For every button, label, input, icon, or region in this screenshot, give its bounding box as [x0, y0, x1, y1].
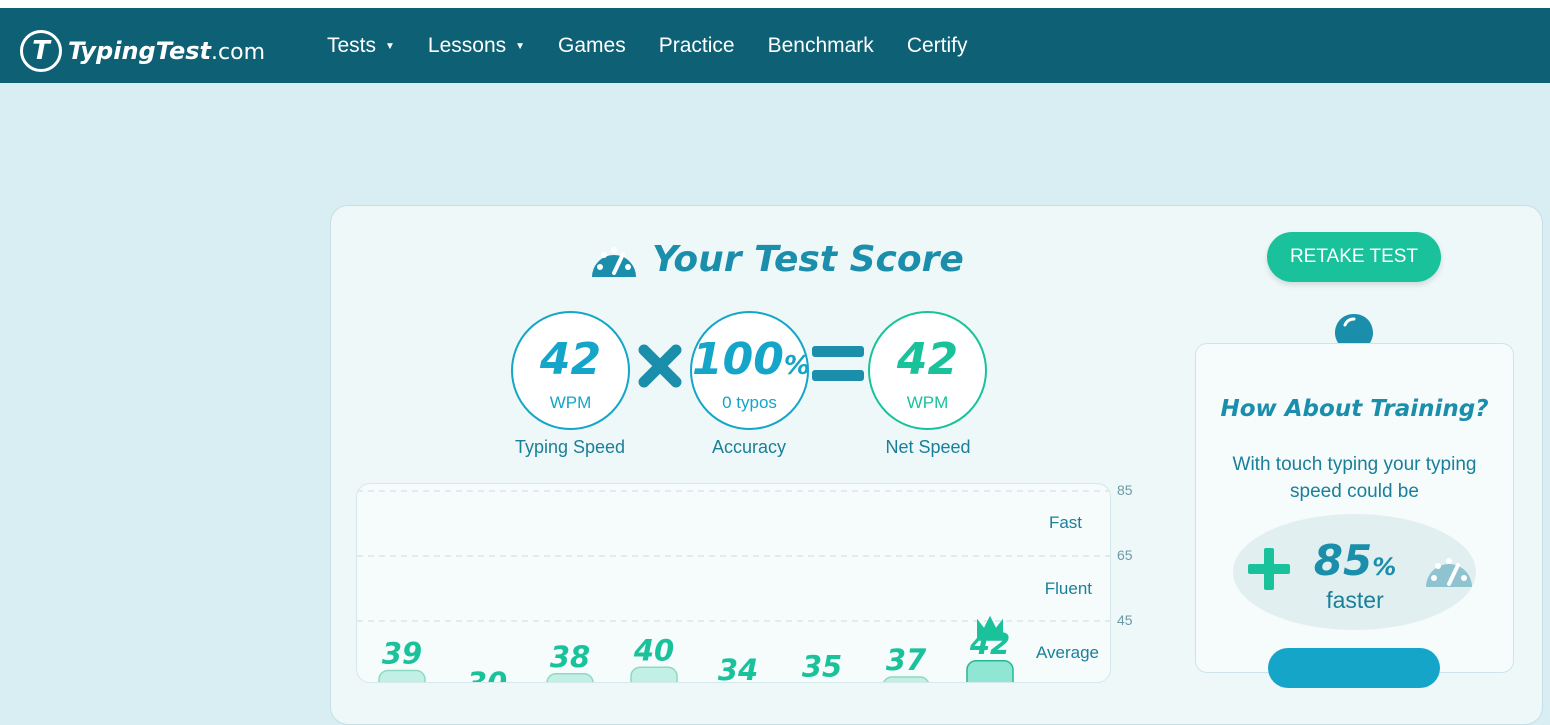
typing-speed-unit: WPM	[549, 393, 592, 412]
nav-item-games[interactable]: Games	[558, 34, 626, 58]
chart-bar	[378, 669, 426, 682]
nav-item-label: Benchmark	[767, 33, 874, 57]
typing-speed-value: 42	[539, 334, 602, 385]
chart-bar-label: 37	[886, 643, 927, 677]
speedometer-icon	[1426, 558, 1472, 587]
plus-icon	[1248, 548, 1290, 590]
chart-bar	[630, 666, 678, 682]
net-speed-value: 42	[896, 334, 959, 385]
training-percent: 85%	[1310, 536, 1400, 585]
start-training-button[interactable]	[1268, 648, 1440, 688]
net-speed-unit: WPM	[906, 393, 949, 412]
net-speed-circle: 42 WPM	[868, 311, 987, 430]
y-tick-45: 45	[1117, 612, 1133, 628]
chart-bar	[966, 660, 1014, 682]
training-text: With touch typing your typing speed coul…	[1232, 454, 1477, 502]
logo[interactable]: T TypingTest.com	[20, 30, 265, 72]
accuracy-percent-sign: %	[783, 351, 810, 381]
equals-icon	[812, 346, 864, 382]
nav-item-lessons[interactable]: Lessons ▼	[428, 34, 525, 58]
nav-item-label: Certify	[906, 33, 968, 57]
score-title: Your Test Score	[590, 236, 964, 282]
top-strip	[0, 0, 1550, 8]
training-percent-sign: %	[1372, 553, 1397, 581]
training-title: How About Training?	[1220, 396, 1489, 422]
nav-item-tests[interactable]: Tests ▼	[327, 34, 395, 58]
zone-average: Average	[1035, 643, 1099, 662]
nav-item-label: Lessons	[427, 33, 507, 57]
chart-bar-label: 35	[802, 650, 842, 684]
accuracy-value-wrap: 100%	[692, 334, 810, 391]
net-speed-label: Net Speed	[885, 437, 971, 457]
logo-text: TypingTest.com	[68, 37, 265, 65]
logo-brand: TypingTest	[68, 37, 212, 65]
nav-item-label: Games	[558, 33, 626, 57]
zone-fluent: Fluent	[1044, 579, 1092, 598]
accuracy-value: 100	[692, 334, 784, 385]
chart-bar-label: 39	[382, 637, 422, 671]
caret-down-icon: ▼	[385, 41, 395, 52]
chart-bar-label: 40	[633, 633, 674, 667]
nav-item-practice[interactable]: Practice	[659, 34, 735, 58]
nav-item-benchmark[interactable]: Benchmark	[768, 34, 874, 58]
typing-speed-circle: 42 WPM	[511, 311, 630, 430]
chart-bar	[546, 673, 594, 682]
nav-menu: Tests ▼ Lessons ▼ Games Practice Benchmark…	[327, 8, 1001, 83]
nav-item-label: Tests	[327, 33, 377, 57]
navbar: T TypingTest.com Tests ▼ Lessons ▼ Games P…	[0, 8, 1550, 83]
chart-bar-label: 30	[467, 666, 507, 683]
multiply-icon	[638, 344, 682, 388]
y-tick-85: 85	[1117, 482, 1133, 498]
nav-item-label: Practice	[658, 33, 735, 57]
accuracy-label: Accuracy	[711, 437, 787, 457]
logo-mark-icon: T	[20, 30, 62, 72]
training-faster: faster	[1326, 587, 1384, 613]
retake-test-button[interactable]: RETAKE TEST	[1267, 232, 1441, 282]
crown-icon	[977, 615, 1003, 641]
nav-item-certify[interactable]: Certify	[907, 34, 968, 58]
logo-domain: .com	[211, 40, 266, 65]
score-title-text: Your Test Score	[652, 238, 964, 280]
chart-bar	[882, 676, 930, 682]
typing-speed-label: Typing Speed	[514, 437, 626, 457]
caret-down-icon: ▼	[515, 41, 526, 52]
chart-bar-label: 34	[718, 653, 758, 683]
training-percent-value: 85	[1313, 536, 1373, 585]
speedometer-icon	[592, 247, 636, 277]
accuracy-typos: 0 typos	[722, 393, 777, 412]
zone-fast: Fast	[1048, 513, 1082, 532]
accuracy-circle: 100% 0 typos	[690, 311, 810, 430]
y-tick-65: 65	[1117, 547, 1133, 563]
